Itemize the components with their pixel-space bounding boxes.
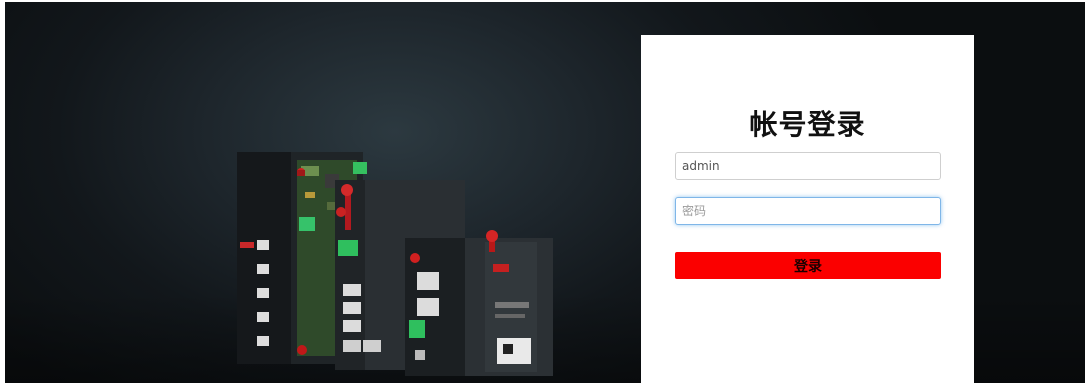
login-card: 帐号登录 登录 xyxy=(641,35,974,383)
product-devices-image xyxy=(237,152,553,376)
username-input[interactable] xyxy=(675,152,941,180)
login-button[interactable]: 登录 xyxy=(675,252,941,279)
login-title: 帐号登录 xyxy=(749,108,866,141)
dtu-device-right xyxy=(405,230,553,376)
password-input[interactable] xyxy=(675,197,941,225)
